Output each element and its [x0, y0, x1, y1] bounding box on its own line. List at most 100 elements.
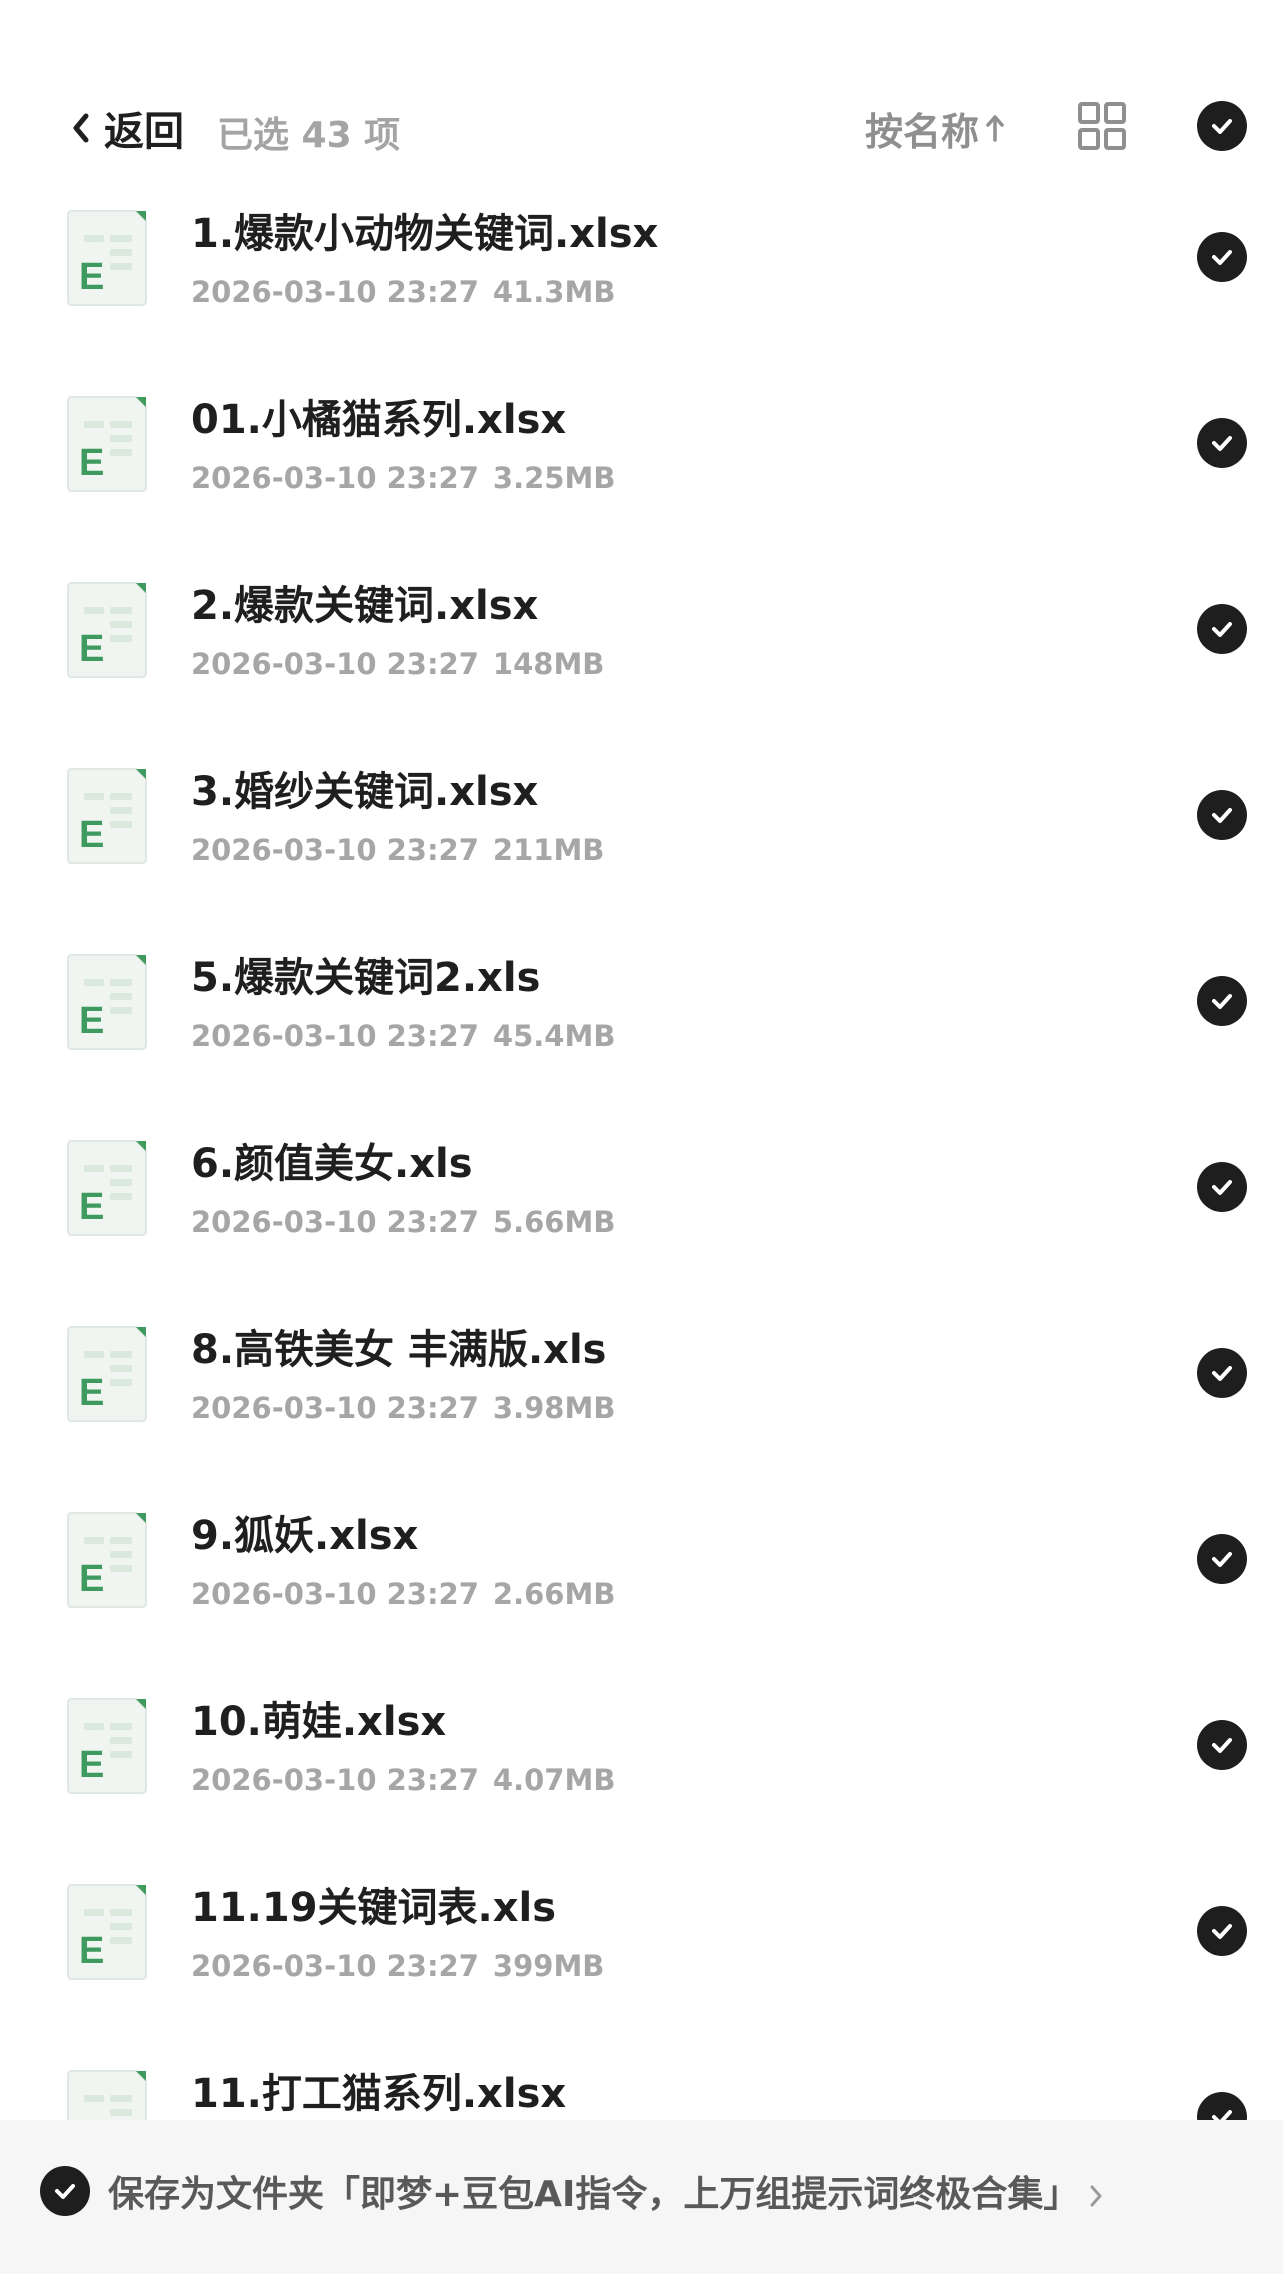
file-name: 1.爆款小动物关键词.xlsx: [191, 211, 659, 257]
file-meta: 2026-03-10 23:27 5.66MB: [191, 1203, 615, 1241]
svg-text:E: E: [79, 1930, 104, 1972]
file-checkbox[interactable]: [1197, 790, 1247, 840]
file-name: 01.小橘猫系列.xlsx: [191, 397, 567, 443]
excel-file-icon: E: [66, 1139, 148, 1237]
file-name: 11.打工猫系列.xlsx: [191, 2071, 567, 2117]
excel-file-icon: E: [66, 581, 148, 679]
file-date: 2026-03-10 23:27: [191, 1577, 479, 1611]
top-bar: 返回 已选 43 项 按名称: [0, 0, 1283, 195]
file-row[interactable]: E 10.萌娃.xlsx 2026-03-10 23:27 4.07MB: [0, 1683, 1283, 1869]
file-name: 3.婚纱关键词.xlsx: [191, 769, 539, 815]
file-checkbox[interactable]: [1197, 604, 1247, 654]
file-row[interactable]: E 2.爆款关键词.xlsx 2026-03-10 23:27 148MB: [0, 567, 1283, 753]
file-row[interactable]: E 01.小橘猫系列.xlsx 2026-03-10 23:27 3.25MB: [0, 381, 1283, 567]
select-all-checkbox[interactable]: [1197, 101, 1247, 151]
file-row[interactable]: E 6.颜值美女.xls 2026-03-10 23:27 5.66MB: [0, 1125, 1283, 1311]
file-size: 41.3MB: [492, 275, 616, 309]
file-date: 2026-03-10 23:27: [191, 1205, 479, 1239]
check-circle-icon: [1197, 1534, 1247, 1584]
file-checkbox[interactable]: [1197, 1534, 1247, 1584]
chevron-left-icon: [73, 113, 89, 143]
excel-file-icon: E: [66, 1697, 148, 1795]
check-circle-icon: [1197, 1348, 1247, 1398]
check-circle-icon: [1197, 1720, 1247, 1770]
svg-text:E: E: [79, 1558, 104, 1600]
file-date: 2026-03-10 23:27: [191, 1949, 479, 1983]
file-row[interactable]: E 3.婚纱关键词.xlsx 2026-03-10 23:27 211MB: [0, 753, 1283, 939]
file-date: 2026-03-10 23:27: [191, 1391, 479, 1425]
file-row[interactable]: E 11.打工猫系列.xlsx: [0, 2055, 1283, 2120]
file-size: 148MB: [492, 647, 605, 681]
check-circle-icon: [1197, 101, 1247, 151]
file-name: 11.19关键词表.xls: [191, 1885, 557, 1931]
excel-file-icon: E: [66, 395, 148, 493]
file-date: 2026-03-10 23:27: [191, 275, 479, 309]
back-label: 返回: [104, 109, 184, 155]
file-checkbox[interactable]: [1197, 418, 1247, 468]
svg-text:E: E: [79, 628, 104, 670]
svg-text:E: E: [79, 1000, 104, 1042]
file-date: 2026-03-10 23:27: [191, 461, 479, 495]
file-list: E 1.爆款小动物关键词.xlsx 2026-03-10 23:27 41.3MB…: [0, 195, 1283, 2120]
file-size: 2.66MB: [492, 1577, 616, 1611]
grid-view-icon: [1078, 102, 1126, 150]
excel-file-icon: E: [66, 209, 148, 307]
chevron-right-icon: [1090, 2185, 1102, 2207]
back-button[interactable]: 返回: [70, 98, 184, 158]
file-row[interactable]: E 8.高铁美女 丰满版.xls 2026-03-10 23:27 3.98MB: [0, 1311, 1283, 1497]
file-meta: 2026-03-10 23:27 148MB: [191, 645, 604, 683]
file-checkbox[interactable]: [1197, 232, 1247, 282]
excel-file-icon: E: [66, 767, 148, 865]
file-checkbox[interactable]: [1197, 1162, 1247, 1212]
check-circle-icon: [1197, 232, 1247, 282]
excel-file-icon: E: [66, 1511, 148, 1609]
file-checkbox[interactable]: [1197, 1348, 1247, 1398]
file-size: 399MB: [492, 1949, 605, 1983]
selected-count: 已选 43 项: [217, 115, 401, 156]
file-row[interactable]: E 9.狐妖.xlsx 2026-03-10 23:27 2.66MB: [0, 1497, 1283, 1683]
file-size: 4.07MB: [492, 1763, 616, 1797]
save-folder-label: 保存为文件夹「即梦+豆包AI指令，上万组提示词终极合集」: [108, 2174, 1080, 2215]
check-circle-icon: [1197, 418, 1247, 468]
file-size: 5.66MB: [492, 1205, 616, 1239]
sort-by-name-button[interactable]: 按名称: [865, 100, 1005, 156]
svg-text:E: E: [79, 1744, 104, 1786]
file-meta: 2026-03-10 23:27 3.25MB: [191, 459, 615, 497]
check-circle-icon: [1197, 976, 1247, 1026]
file-name: 10.萌娃.xlsx: [191, 1699, 447, 1745]
file-row[interactable]: E 5.爆款关键词2.xls 2026-03-10 23:27 45.4MB: [0, 939, 1283, 1125]
file-size: 3.98MB: [492, 1391, 616, 1425]
file-checkbox[interactable]: [1197, 976, 1247, 1026]
check-circle-icon: [1197, 1162, 1247, 1212]
file-name: 5.爆款关键词2.xls: [191, 955, 541, 1001]
file-name: 9.狐妖.xlsx: [191, 1513, 419, 1559]
save-as-folder-bar[interactable]: 保存为文件夹「即梦+豆包AI指令，上万组提示词终极合集」: [0, 2120, 1283, 2274]
check-circle-icon: [1197, 1906, 1247, 1956]
file-checkbox[interactable]: [1197, 1906, 1247, 1956]
excel-file-icon: E: [66, 953, 148, 1051]
svg-text:E: E: [79, 814, 104, 856]
file-date: 2026-03-10 23:27: [191, 1019, 479, 1053]
file-size: 3.25MB: [492, 461, 616, 495]
svg-text:E: E: [79, 1372, 104, 1414]
file-size: 211MB: [492, 833, 605, 867]
file-meta: 2026-03-10 23:27 4.07MB: [191, 1761, 615, 1799]
file-size: 45.4MB: [492, 1019, 616, 1053]
excel-file-icon: E: [66, 1883, 148, 1981]
excel-file-icon: E: [66, 1325, 148, 1423]
file-row[interactable]: E 11.19关键词表.xls 2026-03-10 23:27 399MB: [0, 1869, 1283, 2055]
check-circle-icon: [1197, 604, 1247, 654]
svg-text:E: E: [79, 256, 104, 298]
check-circle-icon: [1197, 2092, 1247, 2120]
grid-view-button[interactable]: [1077, 101, 1127, 151]
file-meta: 2026-03-10 23:27 211MB: [191, 831, 604, 869]
file-checkbox[interactable]: [1197, 1720, 1247, 1770]
file-name: 2.爆款关键词.xlsx: [191, 583, 539, 629]
save-folder-checkbox[interactable]: [40, 2166, 90, 2216]
file-row[interactable]: E 1.爆款小动物关键词.xlsx 2026-03-10 23:27 41.3MB: [0, 195, 1283, 381]
excel-file-icon: E: [66, 2069, 148, 2120]
sort-label: 按名称: [865, 109, 980, 154]
file-checkbox[interactable]: [1197, 2092, 1247, 2120]
arrow-up-icon: [986, 115, 1004, 142]
file-name: 8.高铁美女 丰满版.xls: [191, 1327, 607, 1373]
